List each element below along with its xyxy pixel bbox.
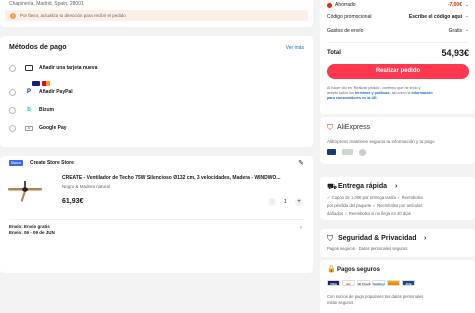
- secure-payments-title: Pagos seguros: [337, 267, 381, 273]
- product-image[interactable]: [8, 178, 42, 204]
- place-order-button[interactable]: Realizar pedido: [327, 64, 469, 79]
- delivery-details: ✓ Cupón de 1,00€ por entrega tardía ✓ Re…: [327, 194, 423, 218]
- radio-button[interactable]: [9, 124, 16, 132]
- shield-check-icon: ⛉: [327, 234, 333, 243]
- shipping-value: Gratis: [448, 28, 462, 34]
- credit-card-icon: [25, 64, 33, 72]
- payment-option-label: Bizum: [39, 107, 54, 113]
- promo-label: Código promocional: [327, 14, 372, 20]
- trust-badges: [327, 149, 366, 156]
- delivery-title[interactable]: Entrega rápida: [338, 183, 387, 190]
- payment-badges: VISA mc ID Check SafeKey JCB: [327, 280, 417, 286]
- chevron-down-icon[interactable]: ⌄: [465, 2, 469, 8]
- divider: [9, 219, 304, 220]
- truck-icon: ⛟: [327, 182, 338, 191]
- certificate-badge-icon: [342, 149, 353, 155]
- chevron-right-icon[interactable]: ›: [300, 225, 302, 231]
- id-check-badge: ID Check: [357, 280, 371, 286]
- radio-button[interactable]: [9, 64, 16, 72]
- payment-option-new-card[interactable]: Añadir una tarjeta nueva: [9, 62, 97, 74]
- consumer-info-link-2[interactable]: para consumidores en la UE.: [327, 96, 433, 101]
- address-card: Chapinería, Madrid, Spain, 28001 ! Por f…: [0, 0, 313, 27]
- total-label: Total: [327, 50, 341, 56]
- lock-icon: 🔒: [327, 266, 336, 273]
- delivery-line-1: ✓ Cupón de 1,00€ por entrega tardía ✓ Re…: [327, 195, 423, 200]
- edit-icon[interactable]: ✎: [298, 159, 304, 167]
- product-title[interactable]: CREATE - Ventilador de Techo 75W Silenci…: [62, 175, 280, 181]
- address-warning[interactable]: ! Por favor, actualiza tu dirección para…: [5, 10, 308, 21]
- pci-badge-icon: [327, 149, 336, 155]
- see-more-link[interactable]: Ver más: [286, 45, 304, 51]
- payment-option-label: Añadir una tarjeta nueva: [39, 65, 98, 71]
- quantity-value[interactable]: 1: [284, 199, 287, 205]
- secure-payments-text: Con socios de pago populares tus datos p…: [327, 294, 423, 306]
- legal-text: Al hacer clic en 'Realizar pedido', conf…: [327, 86, 433, 101]
- shipping-label: Gastos de envío: [327, 28, 364, 34]
- delivery-line-3: dañados ✓ Reembolso si no llega en 20 dí…: [327, 211, 411, 216]
- chevron-right-icon[interactable]: ›: [395, 183, 397, 190]
- mastercard-badge: mc: [342, 280, 355, 286]
- fast-delivery-card: ⛟ Entrega rápida › ✓ Cupón de 1,00€ por …: [320, 177, 475, 220]
- order-summary-card: Ahorrado -7,00€ ⌄ Código promocional Esc…: [320, 0, 475, 114]
- google-pay-icon: G: [25, 124, 33, 132]
- shipping-line-2: Envío: 06 - 09 de JUN: [9, 230, 55, 235]
- divider: [327, 42, 469, 43]
- chevron-down-icon[interactable]: ⌄: [465, 27, 469, 33]
- payment-title: Métodos de pago: [9, 44, 67, 51]
- shield-icon: ⛉: [327, 123, 333, 132]
- payment-option-bizum[interactable]: b Bizum: [9, 104, 54, 116]
- quantity-stepper[interactable]: − 1 +: [268, 198, 304, 207]
- discount-icon: [327, 3, 332, 8]
- consumer-info-link[interactable]: información: [411, 91, 432, 95]
- increase-button[interactable]: +: [295, 198, 303, 206]
- decrease-button[interactable]: −: [268, 198, 276, 206]
- promo-input[interactable]: Escribe el código aquí: [409, 14, 462, 20]
- store-card: Marca Create Store Store ✎ CREATE - Vent…: [0, 156, 313, 273]
- security-text: Pagos seguros · Datos personales seguros: [327, 246, 408, 251]
- secure-payments-card: 🔒 Pagos seguros VISA mc ID Check SafeKey…: [320, 260, 475, 313]
- safekey-badge: SafeKey: [372, 280, 385, 286]
- address-warning-text: Por favor, actualiza tu dirección para r…: [20, 13, 126, 18]
- total-value: 54,93€: [441, 48, 469, 58]
- jcb-badge: JCB: [402, 280, 415, 286]
- secure-payments-text-2: están seguros: [327, 300, 354, 305]
- address-line: Chapinería, Madrid, Spain, 28001: [9, 1, 84, 7]
- ahorrado-value: -7,00€: [447, 2, 462, 8]
- payment-option-google-pay[interactable]: G Google Pay: [9, 122, 67, 134]
- store-name[interactable]: Create Store Store: [30, 160, 74, 166]
- chevron-down-icon[interactable]: ⌄: [465, 13, 469, 19]
- security-privacy-card: ⛉ Seguridad & Privacidad › Pagos seguros…: [320, 229, 475, 257]
- place-order-label: Realizar pedido: [375, 68, 421, 74]
- radio-button[interactable]: [9, 88, 16, 96]
- warning-icon: !: [10, 12, 16, 19]
- visa-badge: VISA: [327, 280, 340, 286]
- ahorrado-label: Ahorrado: [335, 2, 356, 8]
- paypal-icon: P: [26, 89, 31, 95]
- legal-text-part: , así como la: [389, 91, 412, 95]
- terms-link[interactable]: términos y políticas: [355, 91, 390, 95]
- product-variant[interactable]: Negro & Madera natural: [62, 184, 110, 189]
- chevron-right-icon[interactable]: ›: [424, 235, 426, 242]
- legal-text-part: acepto todos los: [327, 91, 355, 95]
- payment-option-paypal[interactable]: P Añadir PayPal: [9, 86, 73, 98]
- payment-option-label: Google Pay: [39, 125, 67, 131]
- payment-option-label: Añadir PayPal: [39, 89, 73, 95]
- store-badge: Marca: [9, 160, 23, 166]
- bizum-icon: b: [27, 107, 31, 113]
- bank-card-badge: [387, 280, 400, 286]
- delivery-line-2: por pérdida del paquete ✓ Reembolso por …: [327, 203, 423, 208]
- aliexpress-security-text: AliExpress mantiene seguros tu informaci…: [327, 139, 435, 144]
- payment-methods-card: Métodos de pago Ver más Añadir una tarje…: [0, 36, 313, 147]
- aliexpress-trust-card: ⛉ AliExpress AliExpress mantiene seguros…: [320, 117, 475, 164]
- aliexpress-brand: AliExpress: [337, 124, 371, 131]
- security-title[interactable]: Seguridad & Privacidad: [338, 235, 417, 242]
- shipping-line-1: Envío: Envío gratis: [9, 224, 50, 229]
- product-price: 61,93€: [62, 198, 84, 205]
- security-seal-icon: [359, 149, 366, 156]
- radio-button[interactable]: [9, 106, 16, 114]
